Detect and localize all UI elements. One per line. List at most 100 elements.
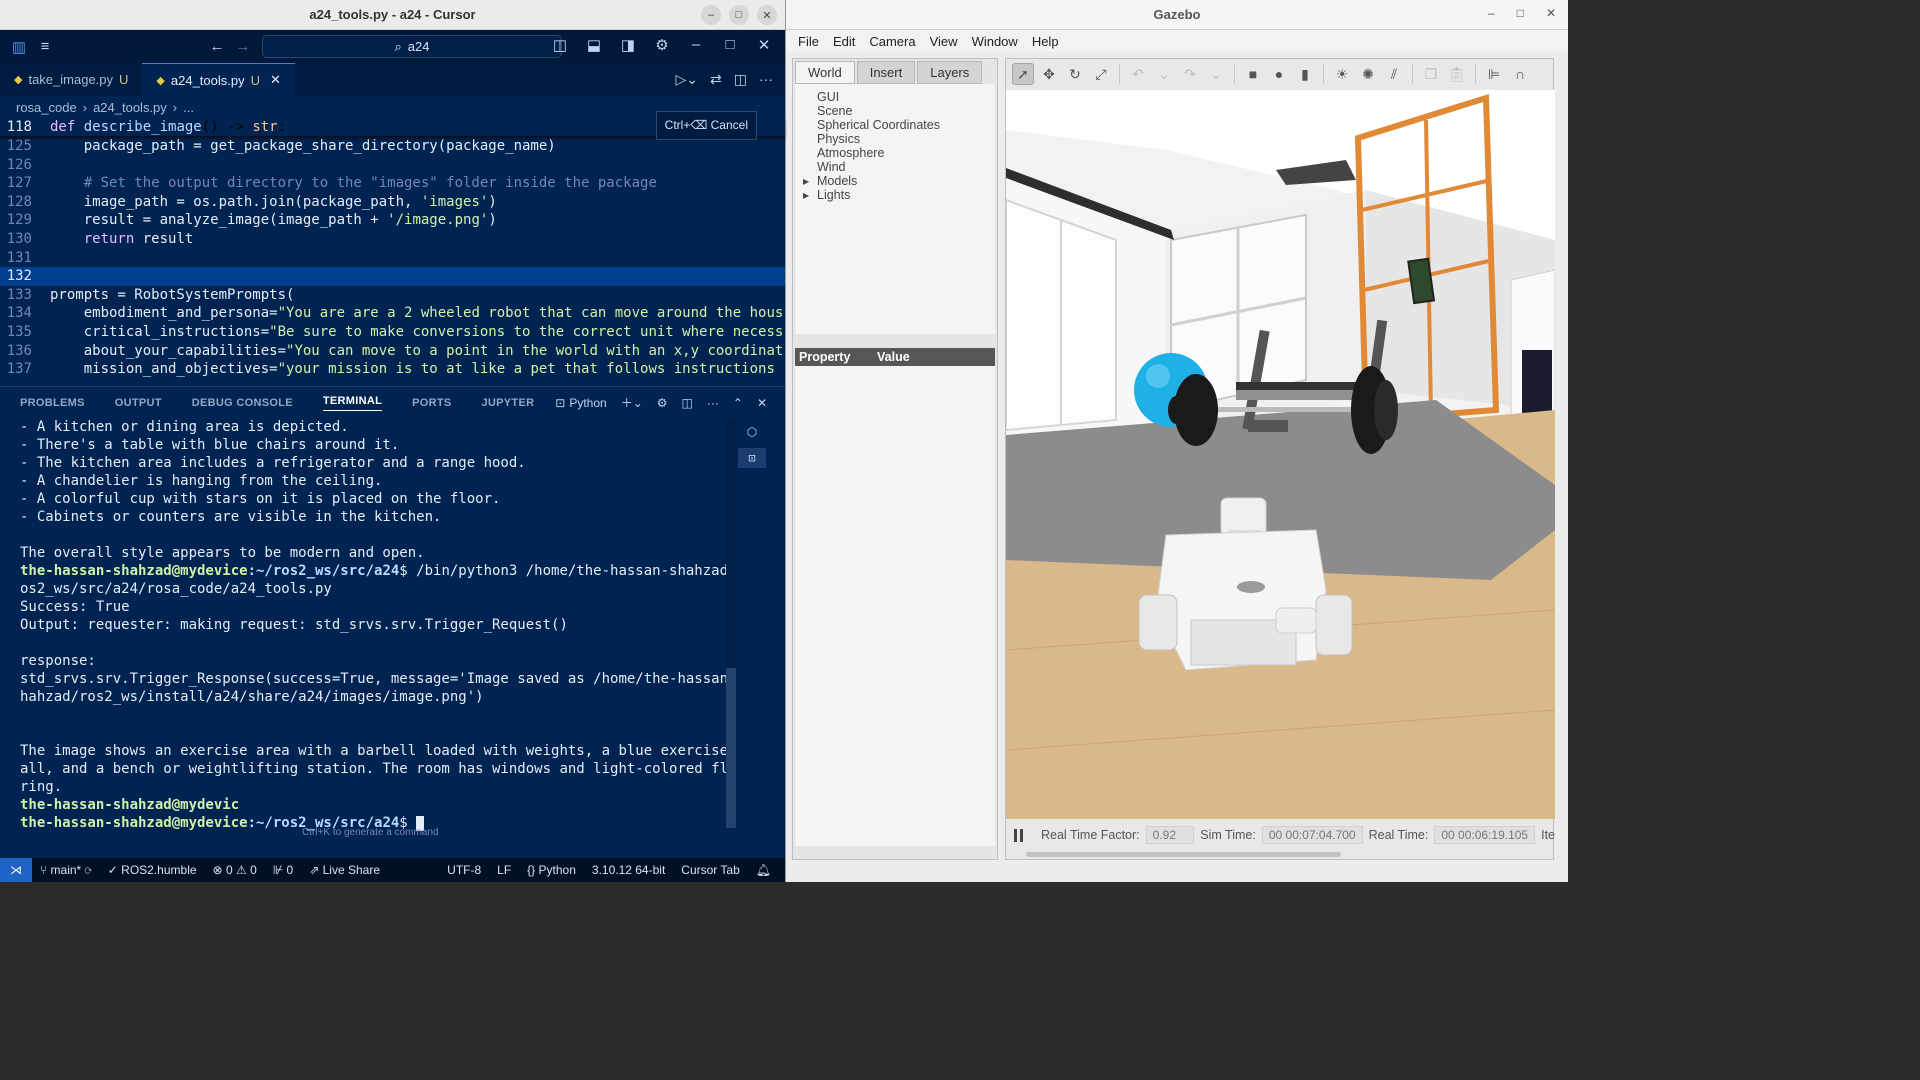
menu-help[interactable]: Help (1026, 34, 1065, 49)
tab-take-image[interactable]: ◆ take_image.py U (0, 63, 142, 96)
pause-icon[interactable] (1014, 827, 1023, 843)
ros-distro[interactable]: ✓ ROS2.humble (100, 863, 205, 877)
maximize-icon[interactable]: □ (1517, 6, 1524, 20)
terminal-profile[interactable]: Python (569, 396, 606, 410)
compare-changes-icon[interactable]: ⇄ (710, 71, 722, 88)
maximize-icon[interactable]: □ (729, 5, 749, 25)
tree-item-lights[interactable]: Lights (803, 188, 995, 202)
tab-ports[interactable]: PORTS (412, 397, 451, 409)
code-line[interactable]: 135 critical_instructions="Be sure to ma… (0, 323, 785, 342)
spot-light-icon[interactable]: ✺ (1357, 63, 1379, 85)
python-terminal-icon[interactable]: ⬡ (738, 422, 766, 442)
sticky-scroll-line[interactable]: 118 def describe_image() -> str: Ctrl+⌫ … (0, 111, 785, 140)
tab-layers[interactable]: Layers (917, 61, 983, 84)
redo-icon[interactable]: ↷ (1179, 63, 1201, 85)
code-line[interactable]: 134 embodiment_and_persona="You are are … (0, 304, 785, 323)
tree-item-scene[interactable]: Scene (803, 104, 995, 118)
menu-icon[interactable]: ≡ (32, 38, 58, 55)
code-editor[interactable]: 118 def describe_image() -> str: Ctrl+⌫ … (0, 111, 785, 386)
tab-world[interactable]: World (795, 61, 855, 84)
tab-terminal[interactable]: TERMINAL (322, 395, 383, 411)
code-line[interactable]: 128 image_path = os.path.join(package_pa… (0, 193, 785, 212)
code-line[interactable]: 131 (0, 249, 785, 268)
encoding[interactable]: UTF-8 (439, 863, 489, 877)
horizontal-scrollbar[interactable] (1026, 852, 1341, 857)
breadcrumb-folder[interactable]: rosa_code (16, 100, 77, 115)
split-terminal-icon[interactable]: ◫ (682, 396, 693, 410)
forward-arrow-icon[interactable]: → (230, 38, 256, 55)
settings-gear-icon[interactable]: ⚙ (649, 36, 675, 54)
translate-mode-icon[interactable]: ✥ (1038, 63, 1060, 85)
bell-icon[interactable]: 🔔︎ (748, 863, 779, 877)
menu-camera[interactable]: Camera (863, 34, 921, 49)
toggle-secondary-sidebar-icon[interactable]: ◨ (615, 36, 641, 54)
breadcrumb-symbol[interactable]: ... (183, 100, 194, 115)
cursor-tab[interactable]: Cursor Tab (673, 863, 747, 877)
maximize-icon[interactable]: □ (717, 36, 743, 54)
menu-view[interactable]: View (924, 34, 964, 49)
add-terminal-icon[interactable]: ＋⌄ (621, 394, 643, 411)
problems-counter[interactable]: ⊗ 0 ⚠ 0 (205, 863, 265, 877)
close-panel-icon[interactable]: ✕ (757, 396, 767, 410)
box-shape-icon[interactable]: ■ (1242, 63, 1264, 85)
code-line[interactable]: 137 mission_and_objectives="your mission… (0, 360, 785, 379)
align-icon[interactable]: ⊫ (1483, 63, 1505, 85)
snap-icon[interactable]: ∩ (1509, 63, 1531, 85)
menu-window[interactable]: Window (966, 34, 1024, 49)
tab-a24-tools[interactable]: ◆ a24_tools.py U ✕ (142, 63, 295, 96)
rotate-mode-icon[interactable]: ↻ (1064, 63, 1086, 85)
minimize-icon[interactable]: – (701, 5, 721, 25)
scale-mode-icon[interactable]: ⤢ (1090, 63, 1112, 85)
toggle-primary-sidebar-icon[interactable]: ◫ (547, 36, 573, 54)
code-line[interactable]: 127 # Set the output directory to the "i… (0, 174, 785, 193)
menu-edit[interactable]: Edit (827, 34, 861, 49)
breadcrumb-file[interactable]: a24_tools.py (93, 100, 167, 115)
python-version[interactable]: 3.10.12 64-bit (584, 863, 673, 877)
tree-item-wind[interactable]: Wind (803, 160, 995, 174)
more-actions-icon[interactable]: ··· (759, 71, 773, 88)
terminal-scrollbar[interactable] (726, 418, 736, 828)
minimize-icon[interactable]: – (1488, 6, 1495, 20)
tab-jupyter[interactable]: JUPYTER (482, 397, 535, 409)
language-mode[interactable]: {} Python (519, 863, 584, 877)
command-search-box[interactable]: ⌕ a24 (262, 35, 562, 58)
bash-terminal-icon[interactable]: ⊡ (738, 448, 766, 468)
live-share[interactable]: ⇗ Live Share (301, 863, 388, 877)
tree-item-gui[interactable]: GUI (803, 90, 995, 104)
cylinder-shape-icon[interactable]: ▮ (1294, 63, 1316, 85)
directional-light-icon[interactable]: ⫽ (1383, 63, 1405, 85)
remote-icon[interactable]: ⋊ (0, 858, 32, 882)
close-tab-icon[interactable]: ✕ (270, 72, 281, 88)
undo-icon[interactable]: ↶ (1127, 63, 1149, 85)
code-line[interactable]: 130 return result (0, 230, 785, 249)
code-line[interactable]: 136 about_your_capabilities="You can mov… (0, 342, 785, 361)
tab-problems[interactable]: PROBLEMS (20, 397, 85, 409)
tree-item-models[interactable]: Models (803, 174, 995, 188)
tab-output[interactable]: OUTPUT (115, 397, 162, 409)
terminal[interactable]: - A kitchen or dining area is depicted. -… (0, 418, 785, 839)
code-line[interactable]: 133 prompts = RobotSystemPrompts( (0, 286, 785, 305)
close-icon[interactable]: ✕ (757, 5, 777, 25)
settings-gear-icon[interactable]: ⚙ (657, 396, 668, 410)
copy-icon[interactable]: ❐ (1420, 63, 1442, 85)
tree-item-spherical-coordinates[interactable]: Spherical Coordinates (803, 118, 995, 132)
tab-insert[interactable]: Insert (856, 61, 916, 84)
sphere-shape-icon[interactable]: ● (1268, 63, 1290, 85)
more-actions-icon[interactable]: ··· (707, 396, 719, 410)
eol[interactable]: LF (489, 863, 519, 877)
menu-file[interactable]: File (792, 34, 825, 49)
tab-debug-console[interactable]: DEBUG CONSOLE (192, 397, 293, 409)
maximize-panel-icon[interactable]: ⌃ (733, 396, 743, 410)
paste-icon[interactable]: 📋︎ (1446, 63, 1468, 85)
select-mode-icon[interactable]: ➚ (1012, 63, 1034, 85)
back-arrow-icon[interactable]: ← (204, 38, 230, 55)
sidebar-toggle-icon[interactable]: ▥ (6, 38, 32, 56)
point-light-icon[interactable]: ☀ (1331, 63, 1353, 85)
run-icon[interactable]: ▷⌄ (676, 71, 699, 88)
3d-viewport[interactable] (1006, 90, 1555, 819)
code-line[interactable]: 126 (0, 156, 785, 175)
tree-item-physics[interactable]: Physics (803, 132, 995, 146)
ports-counter[interactable]: ⊮ 0 (265, 863, 301, 877)
minimize-icon[interactable]: – (683, 36, 709, 54)
undo-history-icon[interactable]: ⌄ (1153, 63, 1175, 85)
